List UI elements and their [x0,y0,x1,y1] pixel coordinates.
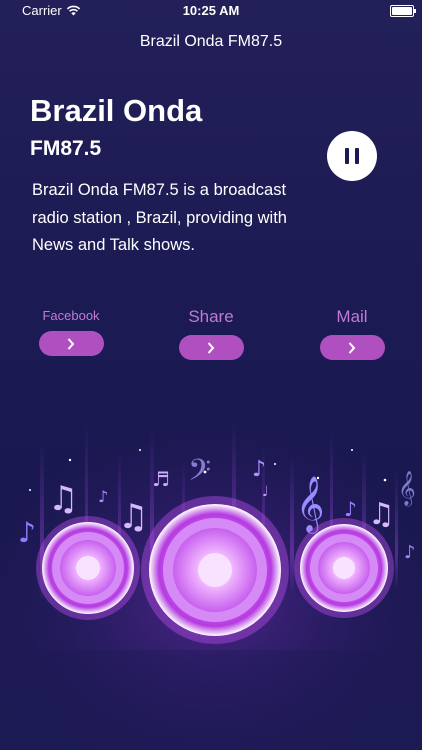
share-label: Share [188,307,234,326]
pause-button[interactable] [327,131,377,181]
pause-icon [345,148,349,164]
svg-text:♩: ♩ [262,484,269,500]
mail-button[interactable] [319,335,385,360]
nav-title: Brazil Onda FM87.5 [139,33,283,50]
speaker-center [141,496,289,644]
speaker-right [294,518,394,618]
status-bar: Carrier 10:25 AM [0,0,422,22]
station-description: Brazil Onda FM87.5 is a broadcast radio … [32,181,287,254]
facebook-label: Facebook [42,308,100,323]
speaker-left [36,516,140,620]
svg-text:♪: ♪ [252,457,266,482]
chevron-right-icon [207,341,215,354]
svg-text:♪: ♪ [98,487,108,506]
station-frequency: FM87.5 [30,137,102,160]
mail-label: Mail [336,307,368,326]
station-name: Brazil Onda [30,93,203,128]
chevron-right-icon [348,341,356,354]
treble-clef-icon: 𝄞 [398,471,416,507]
facebook-button[interactable] [38,331,104,356]
share-group: Share [178,306,244,360]
svg-text:♪: ♪ [18,516,36,549]
status-time: 10:25 AM [182,3,240,18]
mail-group: Mail [319,306,385,360]
svg-text:♬: ♬ [152,467,170,491]
chevron-right-icon [67,337,75,350]
battery-icon [390,5,416,17]
facebook-group: Facebook [38,306,104,356]
svg-text:♪: ♪ [344,497,357,521]
bass-clef-icon: 𝄢 [188,454,211,495]
svg-text:♫: ♫ [48,479,78,519]
speakers-artwork: ♫ ♪ ♫ ♪ ♬ ♪ ♫ ♪ ♩ ♪ 𝄞 𝄢 𝄞 [0,420,422,750]
svg-text:♪: ♪ [404,542,416,563]
share-button[interactable] [178,335,244,360]
